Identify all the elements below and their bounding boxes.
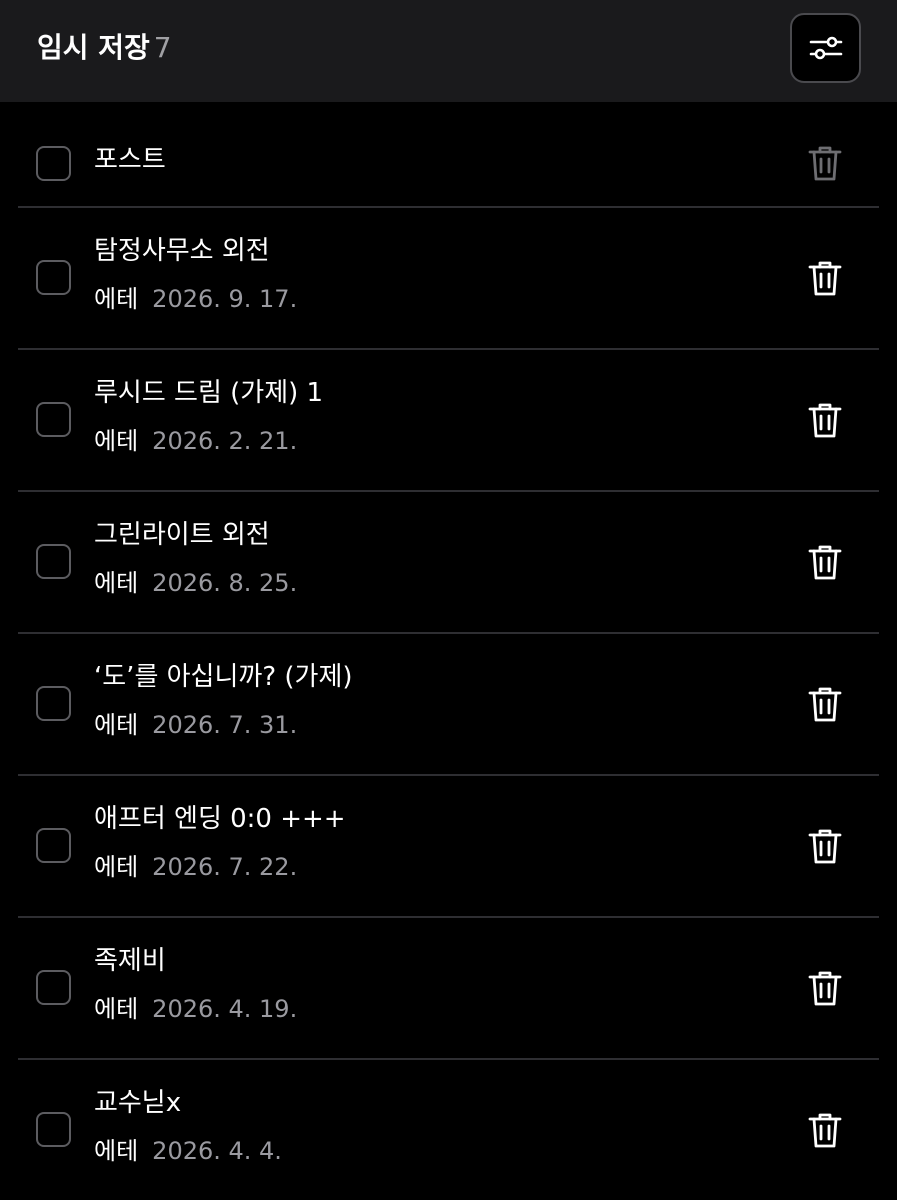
select-checkbox[interactable]: [36, 1112, 71, 1147]
draft-date: 2026. 7. 22.: [152, 853, 298, 881]
top-bar: 임시 저장 7: [0, 0, 897, 102]
select-checkbox[interactable]: [36, 686, 71, 721]
draft-author: 에테: [94, 853, 139, 881]
draft-row[interactable]: 그린라이트 외전 에테 2026. 8. 25.: [18, 492, 879, 634]
trash-icon[interactable]: [805, 684, 845, 724]
trash-icon[interactable]: [805, 143, 845, 183]
select-checkbox[interactable]: [36, 402, 71, 437]
draft-meta: 에테 2026. 7. 22.: [94, 851, 297, 883]
trash-icon[interactable]: [805, 258, 845, 298]
page-title: 임시 저장 7: [37, 30, 172, 66]
sliders-icon: [809, 36, 842, 60]
draft-row[interactable]: 애프터 엔딩 0:0 +++ 에테 2026. 7. 22.: [18, 776, 879, 918]
filter-button[interactable]: [790, 13, 861, 83]
draft-title: 족제비: [94, 946, 166, 976]
draft-row[interactable]: 족제비 에테 2026. 4. 19.: [18, 918, 879, 1060]
trash-icon[interactable]: [805, 1110, 845, 1150]
select-checkbox[interactable]: [36, 828, 71, 863]
draft-author: 에테: [94, 569, 139, 597]
draft-date: 2026. 9. 17.: [152, 285, 298, 313]
draft-meta: 에테 2026. 4. 4.: [94, 1135, 282, 1167]
draft-author: 에테: [94, 285, 139, 313]
post-row[interactable]: 포스트: [18, 102, 879, 208]
draft-title: ‘도’를 아십니까? (가제): [94, 662, 353, 692]
draft-count: 7: [153, 31, 172, 64]
select-checkbox[interactable]: [36, 146, 71, 181]
draft-row[interactable]: 교수닏x 에테 2026. 4. 4.: [18, 1060, 879, 1200]
draft-title: 애프터 엔딩 0:0 +++: [94, 804, 346, 834]
trash-icon[interactable]: [805, 542, 845, 582]
trash-icon[interactable]: [805, 968, 845, 1008]
draft-date: 2026. 4. 19.: [152, 995, 298, 1023]
draft-row[interactable]: 탐정사무소 외전 에테 2026. 9. 17.: [18, 208, 879, 350]
draft-author: 에테: [94, 1137, 139, 1165]
draft-author: 에테: [94, 711, 139, 739]
select-checkbox[interactable]: [36, 970, 71, 1005]
trash-icon[interactable]: [805, 826, 845, 866]
select-checkbox[interactable]: [36, 544, 71, 579]
draft-author: 에테: [94, 995, 139, 1023]
draft-date: 2026. 2. 21.: [152, 427, 298, 455]
draft-meta: 에테 2026. 9. 17.: [94, 283, 297, 315]
page-title-text: 임시 저장: [37, 31, 150, 64]
draft-title: 교수닏x: [94, 1088, 182, 1118]
draft-meta: 에테 2026. 7. 31.: [94, 709, 297, 741]
draft-meta: 에테 2026. 8. 25.: [94, 567, 297, 599]
draft-date: 2026. 8. 25.: [152, 569, 298, 597]
draft-date: 2026. 4. 4.: [152, 1137, 282, 1165]
draft-title: 루시드 드림 (가제) 1: [94, 378, 324, 408]
draft-title: 탐정사무소 외전: [94, 236, 270, 266]
trash-icon[interactable]: [805, 400, 845, 440]
draft-title: 그린라이트 외전: [94, 520, 270, 550]
draft-row[interactable]: 루시드 드림 (가제) 1 에테 2026. 2. 21.: [18, 350, 879, 492]
draft-meta: 에테 2026. 4. 19.: [94, 993, 297, 1025]
post-title: 포스트: [94, 145, 166, 175]
draft-meta: 에테 2026. 2. 21.: [94, 425, 297, 457]
draft-row[interactable]: ‘도’를 아십니까? (가제) 에테 2026. 7. 31.: [18, 634, 879, 776]
draft-author: 에테: [94, 427, 139, 455]
draft-date: 2026. 7. 31.: [152, 711, 298, 739]
select-checkbox[interactable]: [36, 260, 71, 295]
